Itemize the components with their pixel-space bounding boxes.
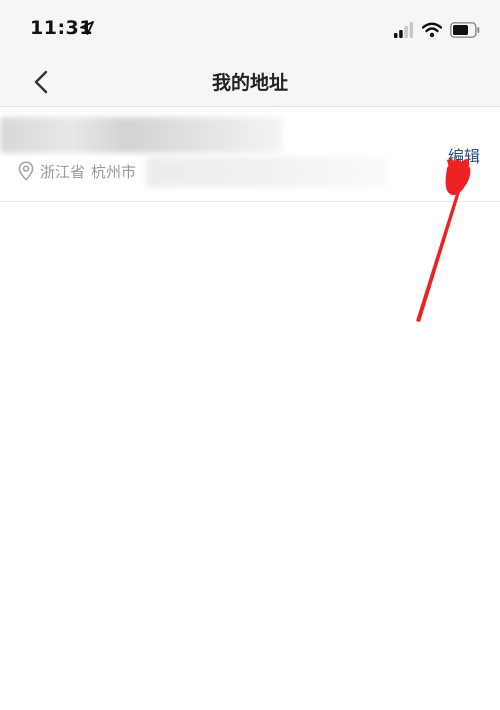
status-bar: 11:31 [0,0,500,58]
address-province: 浙江省 [40,162,86,181]
wifi-icon [422,22,442,38]
address-line: 浙江省 杭州市 [18,159,142,183]
battery-icon [450,22,480,38]
redacted-name-phone [0,117,282,153]
location-pin-icon [18,161,34,181]
status-icons [394,20,480,40]
address-list-item[interactable]: 浙江省 杭州市 编辑 [0,107,500,202]
cellular-signal-icon [394,22,414,38]
redacted-address-detail [146,157,386,187]
page-title: 我的地址 [211,72,288,94]
my-address-screen: 11:31 我的地址 浙江省 杭州市 编辑 [0,0,500,710]
edit-button[interactable]: 编辑 [448,143,480,167]
top-chrome: 11:31 我的地址 [0,0,500,107]
address-city: 杭州市 [91,162,137,181]
location-arrow-icon [80,21,94,35]
navigation-bar: 我的地址 [0,58,500,106]
